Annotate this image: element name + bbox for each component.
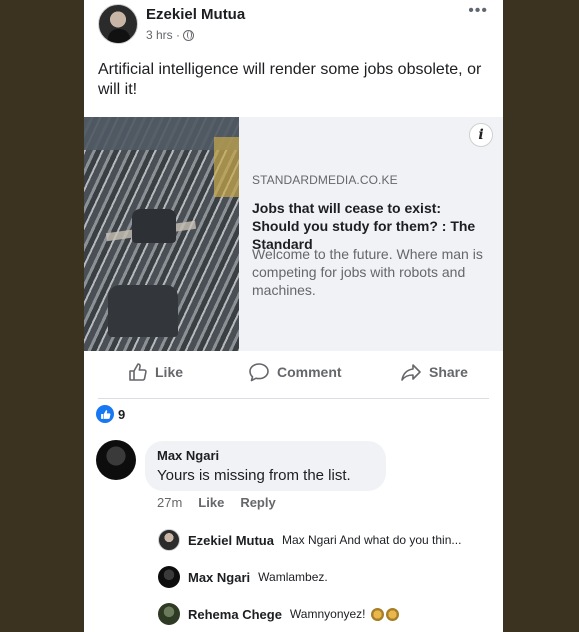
post-text: Artificial intelligence will render some… <box>98 61 482 98</box>
comment-like-link[interactable]: Like <box>198 495 224 510</box>
comment-icon <box>249 363 269 382</box>
reply-item[interactable]: Max Ngari Wamlambez. <box>158 564 328 590</box>
thumbnail-detail <box>214 137 239 197</box>
reaction-count: 9 <box>118 406 126 422</box>
reply-text: Max Ngari And what do you thin... <box>281 533 462 547</box>
comment-bubble: Max Ngari Yours is missing from the list… <box>145 441 386 491</box>
link-source: STANDARDMEDIA.CO.KE <box>252 173 398 187</box>
reply-avatar[interactable] <box>158 529 180 551</box>
like-icon <box>129 363 147 381</box>
share-icon <box>401 364 421 381</box>
post-author[interactable]: Ezekiel Mutua <box>146 6 245 23</box>
reply-text: Wamnyonyez! <box>289 606 399 622</box>
comment-text: Yours is missing from the list. <box>157 467 351 484</box>
post-card: Ezekiel Mutua 3 hrs · ••• Artificial int… <box>84 0 503 632</box>
post-header: Ezekiel Mutua 3 hrs · ••• <box>98 3 488 48</box>
link-preview[interactable]: i STANDARDMEDIA.CO.KE Jobs that will cea… <box>84 117 503 351</box>
more-options-icon[interactable]: ••• <box>468 3 488 19</box>
share-button[interactable]: Share <box>400 362 468 382</box>
emoji-icon <box>385 608 399 622</box>
post-time[interactable]: 3 hrs · <box>146 28 180 42</box>
comment-button[interactable]: Comment <box>248 362 342 382</box>
comment-label: Comment <box>277 364 342 380</box>
thumbnail-detail <box>132 209 176 243</box>
emoji-icon <box>370 608 384 622</box>
like-button[interactable]: Like <box>128 362 183 382</box>
reply-text: Wamlambez. <box>258 570 328 584</box>
reply-avatar[interactable] <box>158 566 180 588</box>
reply-item[interactable]: Ezekiel Mutua Max Ngari And what do you … <box>158 527 461 553</box>
reply-text-value: Wamnyonyez! <box>289 606 366 621</box>
share-label: Share <box>429 364 468 380</box>
reply-author[interactable]: Ezekiel Mutua <box>188 533 274 548</box>
globe-icon <box>183 29 195 41</box>
link-description: Welcome to the future. Where man is comp… <box>252 246 483 298</box>
reply-author[interactable]: Rehema Chege <box>188 607 282 622</box>
commenter-avatar[interactable] <box>96 440 136 480</box>
reply-avatar[interactable] <box>158 603 180 625</box>
author-avatar[interactable] <box>98 4 138 44</box>
reply-item[interactable]: Rehema Chege Wamnyonyez! <box>158 601 399 627</box>
comment-time: 27m <box>157 495 183 510</box>
post-meta: 3 hrs · <box>146 28 195 42</box>
like-label: Like <box>155 364 184 380</box>
action-bar: Like Comment Share <box>84 356 503 390</box>
reaction-summary[interactable]: 9 <box>96 405 125 423</box>
divider <box>98 398 489 399</box>
reply-author[interactable]: Max Ngari <box>188 570 250 585</box>
info-icon[interactable]: i <box>469 123 493 147</box>
commenter-name[interactable]: Max Ngari <box>157 448 374 464</box>
comment-reply-link[interactable]: Reply <box>240 495 275 510</box>
link-thumbnail[interactable] <box>84 117 239 351</box>
comment-meta: 27m Like Reply <box>157 495 276 510</box>
thumbnail-detail <box>108 285 178 337</box>
like-reaction-icon <box>96 405 114 423</box>
